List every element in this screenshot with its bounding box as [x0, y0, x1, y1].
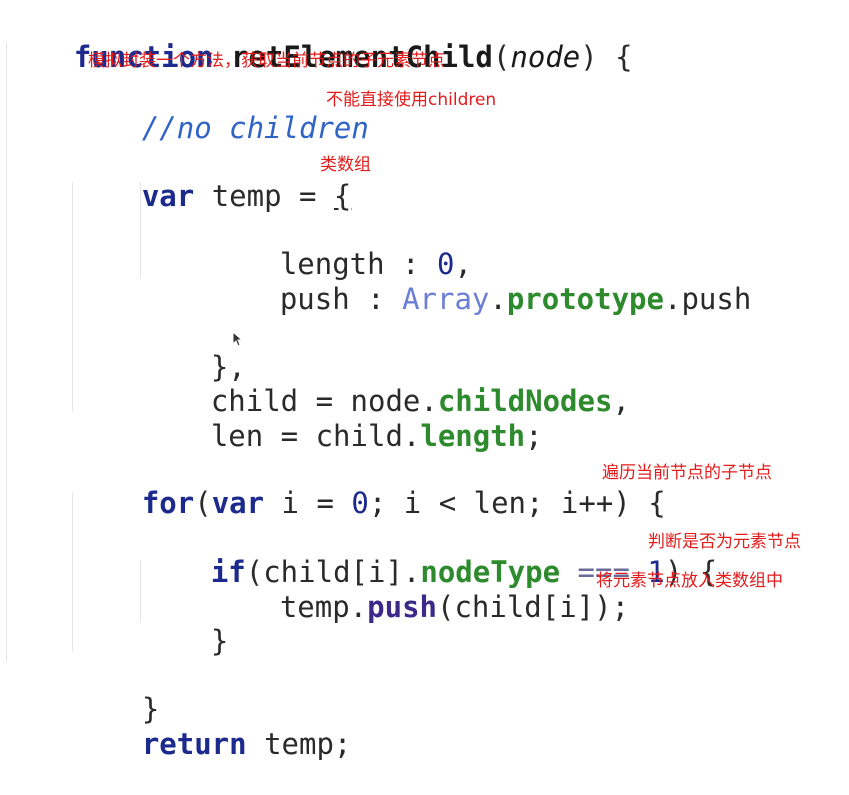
punct: .	[663, 282, 682, 316]
property: prototype	[506, 282, 664, 316]
brace: {	[597, 40, 633, 74]
punct: .	[489, 282, 507, 316]
code-line-11: temp.push(child[i]);	[210, 556, 629, 658]
paren: (	[194, 486, 212, 520]
code-text: }	[210, 624, 229, 658]
code-text: ; i < len; i++) {	[368, 486, 666, 520]
mouse-cursor-icon	[232, 331, 244, 347]
keyword: var	[211, 486, 265, 520]
code-text: push :	[279, 282, 403, 316]
property: length	[420, 419, 526, 453]
keyword: return	[141, 727, 247, 761]
code-text: temp.	[279, 590, 368, 624]
comment: //no children	[141, 111, 369, 145]
code-text: temp;	[246, 727, 352, 761]
annotation-push: 将元素节点放入类数组中	[596, 571, 783, 591]
code-text: (child[i]);	[437, 590, 630, 624]
annotation-array-like: 类数组	[320, 155, 371, 175]
brace: {	[333, 179, 352, 213]
number: 0	[351, 486, 369, 520]
keyword: for	[141, 486, 195, 520]
annotation-element-check: 判断是否为元素节点	[648, 532, 801, 552]
parameter: node	[510, 40, 581, 74]
code-line-5: push : Array.prototype.push	[210, 248, 751, 350]
annotation-no-children: 不能直接使用children	[326, 90, 497, 110]
method: push	[367, 590, 437, 624]
punct: ,	[612, 384, 630, 418]
code-line-14: return temp;	[72, 693, 352, 795]
code-text: temp =	[194, 179, 334, 213]
keyword: var	[141, 179, 195, 213]
punct: ;	[525, 419, 543, 453]
code-text: push	[681, 282, 752, 316]
indent-guide	[6, 42, 7, 662]
class-name: Array	[402, 282, 490, 316]
annotation-function-purpose: 模拟封装一个方法，获取当前节点的子元素节点	[88, 51, 445, 71]
paren: (	[492, 40, 511, 74]
code-text: len = child.	[210, 419, 421, 453]
paren: )	[580, 40, 598, 74]
annotation-loop: 遍历当前节点的子节点	[602, 463, 772, 483]
code-text: i =	[264, 486, 352, 520]
